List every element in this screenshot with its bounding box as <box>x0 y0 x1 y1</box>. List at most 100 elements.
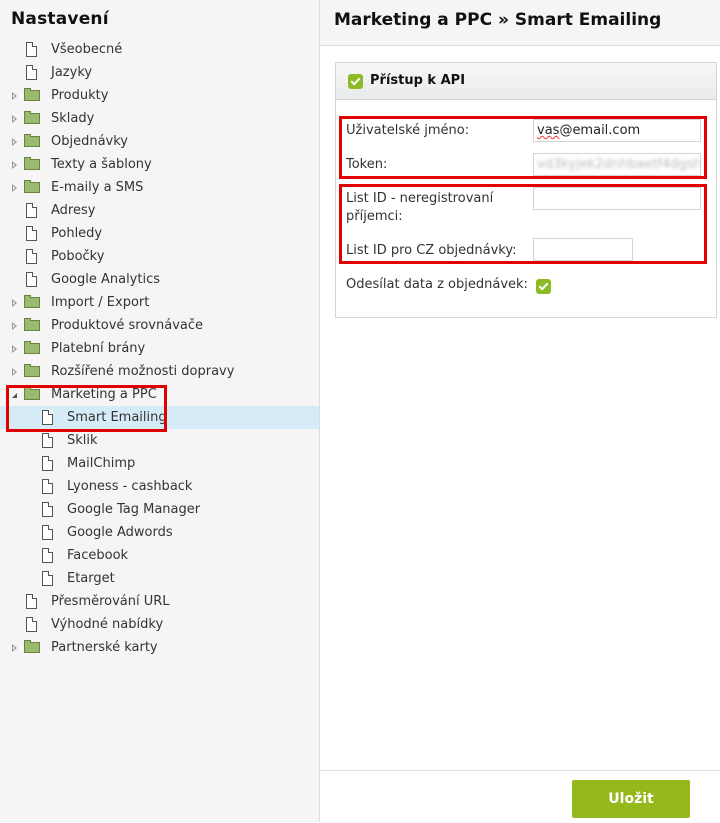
sidebar-item-label: Přesměrování URL <box>51 594 170 609</box>
expand-arrow-icon[interactable] <box>12 644 17 652</box>
sidebar-item-label: Jazyky <box>51 65 93 80</box>
folder-icon <box>24 180 40 193</box>
file-icon <box>42 571 53 586</box>
folder-icon <box>24 134 40 147</box>
sidebar-item-sklady[interactable]: Sklady <box>0 107 319 130</box>
sidebar-item-label: Sklady <box>51 111 95 126</box>
expand-arrow-icon[interactable] <box>12 184 17 192</box>
sidebar-item-label: Lyoness - cashback <box>67 479 193 494</box>
sidebar-item-vseobecne[interactable]: Všeobecné <box>0 38 319 61</box>
sidebar-item-produktove-srovnavace[interactable]: Produktové srovnávače <box>0 314 319 337</box>
folder-icon <box>24 318 40 331</box>
file-icon <box>26 42 37 57</box>
sidebar-item-label: Platební brány <box>51 341 146 356</box>
sidebar-item-label: MailChimp <box>67 456 136 471</box>
sidebar-item-facebook[interactable]: Facebook <box>0 544 319 567</box>
sidebar-item-label: Google Adwords <box>67 525 173 540</box>
sidebar-item-objednavky[interactable]: Objednávky <box>0 130 319 153</box>
sidebar-item-label: Partnerské karty <box>51 640 158 655</box>
sidebar-item-label: Pohledy <box>51 226 103 241</box>
panel-title: Přístup k API <box>370 73 466 88</box>
sidebar-item-label: Facebook <box>67 548 129 563</box>
sidebar-item-produkty[interactable]: Produkty <box>0 84 319 107</box>
sidebar-item-label: Objednávky <box>51 134 129 149</box>
sidebar-item-e-maily-a-sms[interactable]: E-maily a SMS <box>0 176 319 199</box>
settings-tree: Všeobecné Jazyky Produkty Sklady Objednávky T… <box>0 38 319 659</box>
form-footer: Uložit <box>320 770 720 823</box>
sidebar-item-label: Etarget <box>67 571 115 586</box>
sidebar-item-adresy[interactable]: Adresy <box>0 199 319 222</box>
api-access-checkbox[interactable] <box>348 74 363 89</box>
expand-arrow-icon[interactable] <box>12 322 17 330</box>
expand-arrow-icon[interactable] <box>12 115 17 123</box>
sidebar-title: Nastavení <box>11 9 109 29</box>
file-icon <box>26 226 37 241</box>
api-access-panel: Přístup k API Uživatelské jméno: vas@ema… <box>335 62 717 318</box>
sidebar-item-label: Adresy <box>51 203 96 218</box>
file-icon <box>42 548 53 563</box>
sidebar-item-label: E-maily a SMS <box>51 180 144 195</box>
expand-arrow-icon[interactable] <box>12 299 17 307</box>
sidebar-item-import-export[interactable]: Import / Export <box>0 291 319 314</box>
folder-icon <box>24 111 40 124</box>
sidebar-item-label: Všeobecné <box>51 42 123 57</box>
sidebar-item-presmerovani-url[interactable]: Přesměrování URL <box>0 590 319 613</box>
sidebar-item-rozsirene-moznosti-dopravy[interactable]: Rozšířené možnosti dopravy <box>0 360 319 383</box>
folder-icon <box>24 295 40 308</box>
folder-icon <box>24 157 40 170</box>
sidebar-item-label: Rozšířené možnosti dopravy <box>51 364 235 379</box>
main-content: Marketing a PPC » Smart Emailing Přístup… <box>320 0 720 822</box>
highlight-box-menu <box>6 385 167 432</box>
sidebar-item-sklik[interactable]: Sklik <box>0 429 319 452</box>
expand-arrow-icon[interactable] <box>12 345 17 353</box>
sidebar-item-label: Produkty <box>51 88 109 103</box>
folder-icon <box>24 364 40 377</box>
expand-arrow-icon[interactable] <box>12 368 17 376</box>
folder-icon <box>24 640 40 653</box>
expand-arrow-icon[interactable] <box>12 92 17 100</box>
sidebar-item-pobocky[interactable]: Pobočky <box>0 245 319 268</box>
file-icon <box>42 525 53 540</box>
file-icon <box>26 203 37 218</box>
highlight-box-list-ids <box>339 184 707 264</box>
page-header: Marketing a PPC » Smart Emailing <box>320 0 720 46</box>
sidebar-item-google-adwords[interactable]: Google Adwords <box>0 521 319 544</box>
sidebar-item-label: Google Analytics <box>51 272 161 287</box>
sidebar-item-partnerske-karty[interactable]: Partnerské karty <box>0 636 319 659</box>
panel-header: Přístup k API <box>336 63 716 100</box>
highlight-box-credentials <box>339 116 707 179</box>
sidebar-item-google-tag-manager[interactable]: Google Tag Manager <box>0 498 319 521</box>
sidebar-item-platebni-brany[interactable]: Platební brány <box>0 337 319 360</box>
sidebar-item-etarget[interactable]: Etarget <box>0 567 319 590</box>
sidebar-item-pohledy[interactable]: Pohledy <box>0 222 319 245</box>
sidebar-item-label: Pobočky <box>51 249 105 264</box>
save-button[interactable]: Uložit <box>572 780 690 818</box>
file-icon <box>26 249 37 264</box>
sidebar-item-mailchimp[interactable]: MailChimp <box>0 452 319 475</box>
expand-arrow-icon[interactable] <box>12 161 17 169</box>
file-icon <box>42 479 53 494</box>
sidebar-item-google-analytics[interactable]: Google Analytics <box>0 268 319 291</box>
expand-arrow-icon[interactable] <box>12 138 17 146</box>
sidebar-item-jazyky[interactable]: Jazyky <box>0 61 319 84</box>
folder-icon <box>24 341 40 354</box>
sidebar-item-label: Texty a šablony <box>51 157 152 172</box>
settings-sidebar: Nastavení Všeobecné Jazyky Produkty Sklady O… <box>0 0 320 822</box>
file-icon <box>26 594 37 609</box>
page-title: Marketing a PPC » Smart Emailing <box>334 10 662 30</box>
file-icon <box>42 502 53 517</box>
file-icon <box>42 433 53 448</box>
sidebar-item-texty-a-sablony[interactable]: Texty a šablony <box>0 153 319 176</box>
file-icon <box>42 456 53 471</box>
send-orders-label: Odesílat data z objednávek: <box>346 277 528 292</box>
file-icon <box>26 272 37 287</box>
file-icon <box>26 65 37 80</box>
send-orders-checkbox[interactable] <box>536 279 551 294</box>
file-icon <box>26 617 37 632</box>
sidebar-item-label: Google Tag Manager <box>67 502 201 517</box>
sidebar-item-label: Sklik <box>67 433 98 448</box>
folder-icon <box>24 88 40 101</box>
sidebar-item-vyhodne-nabidky[interactable]: Výhodné nabídky <box>0 613 319 636</box>
sidebar-item-label: Výhodné nabídky <box>51 617 164 632</box>
sidebar-item-lyoness-cashback[interactable]: Lyoness - cashback <box>0 475 319 498</box>
